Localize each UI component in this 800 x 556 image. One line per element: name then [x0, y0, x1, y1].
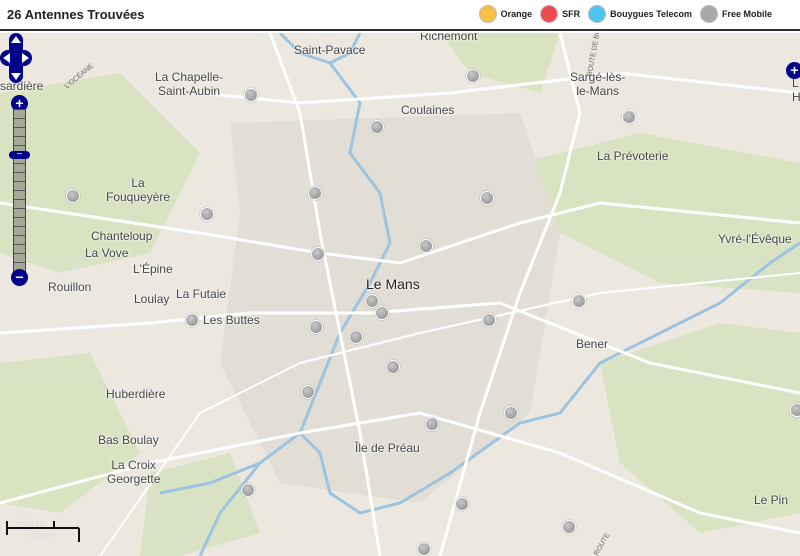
scale-imperial: 5000 ft — [30, 531, 55, 540]
antenna-marker-free-mobile[interactable] — [309, 320, 323, 334]
legend-label: SFR — [562, 9, 581, 19]
antenna-marker-free-mobile[interactable] — [308, 186, 322, 200]
scale-metric: 1000 m — [16, 519, 43, 528]
antenna-marker-free-mobile[interactable] — [480, 191, 494, 205]
antenna-marker-free-mobile[interactable] — [622, 110, 636, 124]
place-label: Huberdière — [106, 387, 166, 401]
place-label: Sargé-lès- le-Mans — [570, 70, 626, 98]
antenna-marker-free-mobile[interactable] — [466, 69, 480, 83]
place-label: Le Pin — [754, 493, 789, 507]
zoom-slider[interactable] — [13, 109, 26, 273]
antenna-marker-free-mobile[interactable] — [241, 483, 255, 497]
place-label: Bas Boulay — [98, 433, 159, 447]
legend-label: Orange — [500, 9, 533, 19]
scale-bar: 1000 m 5000 ft — [6, 519, 80, 547]
layer-switcher-button[interactable]: + — [786, 62, 800, 79]
legend-sfr[interactable]: SFR — [540, 5, 580, 23]
antenna-marker-free-mobile[interactable] — [504, 406, 518, 420]
antenna-marker-free-mobile[interactable] — [482, 313, 496, 327]
antenna-marker-free-mobile[interactable] — [417, 542, 431, 556]
antenna-marker-free-mobile[interactable] — [244, 88, 258, 102]
antenna-marker-free-mobile[interactable] — [562, 520, 576, 534]
header: 26 Antennes Trouvées Orange SFR Bouygues… — [0, 0, 800, 31]
antenna-marker-free-mobile[interactable] — [572, 294, 586, 308]
place-label: Chanteloup — [91, 229, 153, 243]
antenna-marker-free-mobile[interactable] — [425, 417, 439, 431]
place-label: La Croix Georgette — [107, 458, 161, 486]
orange-dot-icon — [478, 5, 497, 23]
antenna-marker-free-mobile[interactable] — [386, 360, 400, 374]
place-label: Saint-Pavace — [294, 43, 366, 57]
legend-label: Free Mobile — [721, 9, 772, 19]
green-area — [0, 73, 200, 273]
antenna-marker-free-mobile[interactable] — [370, 120, 384, 134]
antenna-marker-free-mobile[interactable] — [185, 313, 199, 327]
pan-control[interactable] — [0, 33, 32, 83]
place-label: Île de Préau — [355, 441, 420, 455]
place-label: La Vove — [85, 246, 129, 260]
legend-label: Bouygues Telecom — [610, 9, 692, 19]
place-label: Richemont — [420, 33, 478, 43]
legend-orange[interactable]: Orange — [478, 5, 533, 23]
antenna-marker-free-mobile[interactable] — [375, 306, 389, 320]
place-label: Yvré-l'Évêque — [718, 232, 792, 246]
antenna-marker-free-mobile[interactable] — [455, 497, 469, 511]
zoom-out-button[interactable]: − — [11, 269, 28, 286]
antenna-marker-free-mobile[interactable] — [349, 330, 363, 344]
antenna-marker-free-mobile[interactable] — [790, 403, 800, 417]
place-label: La Prévoterie — [597, 149, 669, 163]
antenna-marker-free-mobile[interactable] — [419, 239, 433, 253]
place-label: Les Buttes — [203, 313, 260, 327]
place-label: La Futaie — [176, 287, 227, 301]
antenna-marker-free-mobile[interactable] — [311, 247, 325, 261]
place-label: Loulay — [134, 292, 170, 306]
bouygues-dot-icon — [588, 5, 607, 23]
zoom-slider-handle[interactable]: − — [9, 150, 30, 160]
antenna-marker-free-mobile[interactable] — [200, 207, 214, 221]
legend-bouygues[interactable]: Bouygues Telecom — [588, 5, 692, 23]
place-label: L H — [792, 76, 800, 104]
free-dot-icon — [699, 5, 718, 23]
legend-free[interactable]: Free Mobile — [699, 5, 772, 23]
place-label: Rouillon — [48, 280, 92, 294]
place-label-le-mans: Le Mans — [366, 276, 420, 292]
place-label: Coulaines — [401, 103, 455, 117]
zoom-control: + − − — [9, 95, 30, 286]
place-label: La Chapelle- Saint-Aubin — [155, 70, 224, 98]
antenna-marker-free-mobile[interactable] — [66, 189, 80, 203]
place-label: La Fouqueyère — [106, 176, 171, 204]
sfr-dot-icon — [540, 5, 559, 23]
place-label: Bener — [576, 337, 609, 351]
map-canvas[interactable]: Richemont Saint-Pavace La Chapelle- Sain… — [0, 33, 800, 556]
place-label: L'Épine — [133, 262, 173, 276]
operator-legend: Orange SFR Bouygues Telecom Free Mobile — [475, 5, 772, 23]
antenna-marker-free-mobile[interactable] — [301, 385, 315, 399]
antenna-marker-free-mobile[interactable] — [365, 294, 379, 308]
page-title: 26 Antennes Trouvées — [7, 7, 145, 22]
